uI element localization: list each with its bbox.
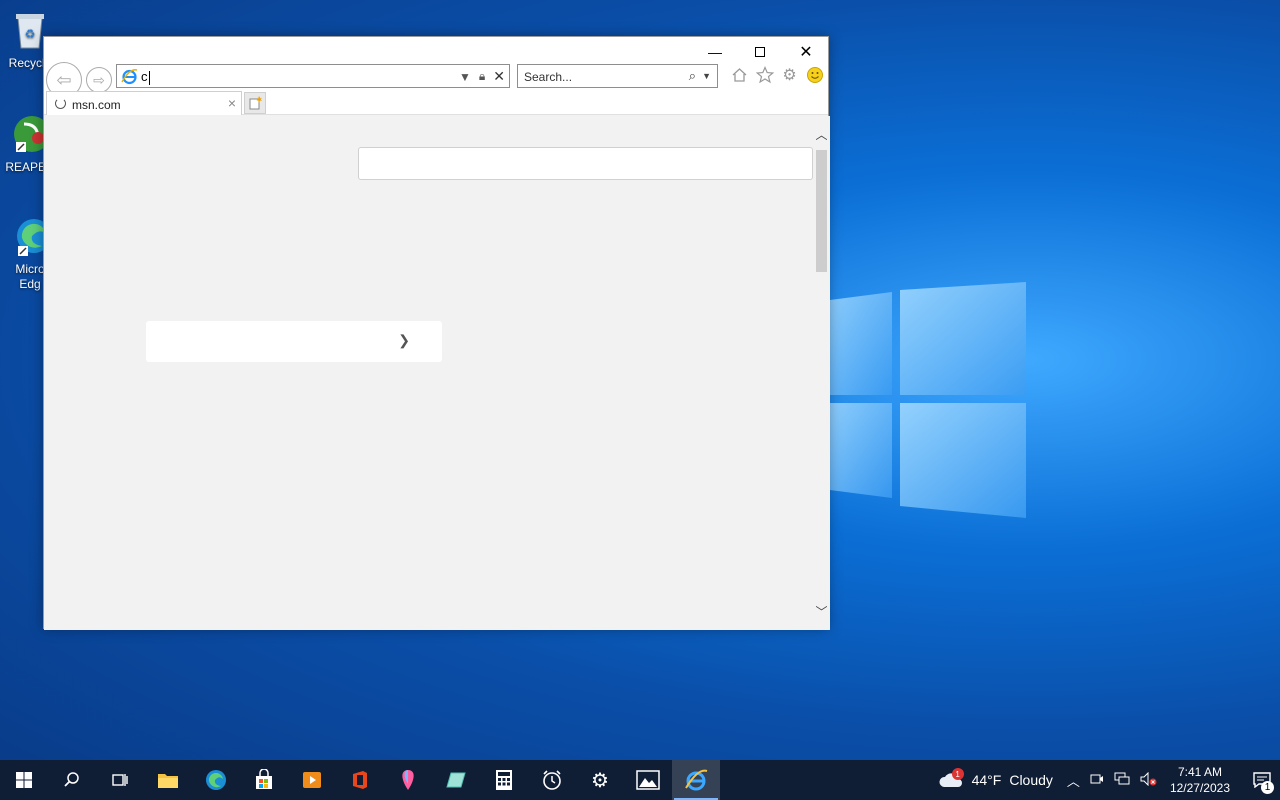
star-icon [755,65,774,83]
paint3d-icon [402,770,414,790]
maximize-button[interactable] [737,39,783,65]
action-center-button[interactable]: 1 [1244,772,1280,794]
tools-button[interactable]: ⚙ [780,65,799,84]
page-card[interactable]: ❯ [146,321,442,362]
tab-msn[interactable]: msn.com × [46,91,242,115]
ie-favicon-icon [121,69,138,85]
new-tab-button[interactable] [244,92,266,114]
home-icon [732,68,747,82]
tab-close-icon[interactable]: × [228,95,236,111]
vertical-scrollbar[interactable]: ︿ ﹀ [813,126,830,620]
clock-time: 7:41 AM [1177,765,1222,779]
calculator-button[interactable] [480,760,528,800]
back-arrow-icon: ⇦ [56,69,72,90]
scroll-down-icon[interactable]: ﹀ [815,603,828,620]
folder-icon [158,774,178,788]
home-button[interactable] [730,65,749,84]
lock-icon[interactable]: 🔒︎ [479,69,485,84]
feedback-button[interactable] [805,65,824,84]
search-icon [64,772,79,787]
weather-temperature: 44°F [971,772,1002,788]
clock[interactable]: 7:41 AM 12/27/2023 [1170,764,1230,796]
office-icon [353,771,367,789]
weather-alert-badge: 1 [951,768,964,780]
network-icon[interactable] [1114,772,1130,789]
favorites-button[interactable] [755,65,774,84]
maximize-icon [755,47,765,57]
page-search-box[interactable] [358,147,813,180]
edge-icon [206,770,226,790]
cloud-icon: 1 [938,768,964,790]
title-bar: — ✕ ⇦ ⇨ c ▼ 🔒︎ ✕ Search... ⌕ ▼ ⚙ msn.com… [44,37,828,115]
notification-count-badge: 1 [1261,781,1274,794]
settings-button[interactable]: ⚙ [576,760,624,800]
search-box[interactable]: Search... ⌕ ▼ [517,64,718,88]
weather-description: Cloudy [1009,772,1053,788]
task-view-button[interactable] [96,760,144,800]
forward-button[interactable]: ⇨ [86,67,112,93]
forward-arrow-icon: ⇨ [93,71,105,88]
gear-icon: ⚙ [591,769,609,792]
address-input[interactable]: c [141,69,150,85]
alarms-clock-button[interactable] [528,760,576,800]
scroll-up-icon[interactable]: ︿ [815,126,828,143]
windows-start-icon [16,772,32,788]
task-view-icon [112,774,128,786]
search-dropdown-icon[interactable]: ▼ [702,71,711,81]
start-button[interactable] [0,760,48,800]
chevron-right-icon: ❯ [398,332,410,348]
tab-row: msn.com × [44,91,828,115]
close-icon: ✕ [799,44,813,61]
tablet-app-button[interactable] [432,760,480,800]
close-window-button[interactable]: ✕ [783,39,829,65]
meet-now-icon[interactable] [1090,772,1104,789]
search-icon[interactable]: ⌕ [689,68,696,84]
file-explorer-button[interactable] [144,760,192,800]
gear-icon: ⚙ [782,66,797,84]
volume-muted-icon[interactable] [1140,771,1158,789]
paint3d-button[interactable] [384,760,432,800]
alarm-clock-icon [543,770,561,790]
media-player-button[interactable] [288,760,336,800]
minimize-icon: — [708,44,722,60]
address-bar[interactable]: c ▼ 🔒︎ ✕ [116,64,510,88]
edge-taskbar-button[interactable] [192,760,240,800]
address-dropdown-icon[interactable]: ▼ [459,70,471,84]
taskbar-search-button[interactable] [48,760,96,800]
show-hidden-icons-chevron-up-icon[interactable]: ︿ [1067,771,1080,790]
clock-date: 12/27/2023 [1169,781,1230,795]
scrollbar-thumb[interactable] [816,150,827,272]
calculator-icon [496,770,512,790]
store-button[interactable] [240,760,288,800]
loading-spinner-icon [55,98,66,109]
smiley-icon [806,66,823,83]
page-content: ❯ ︿ ﹀ [44,116,830,630]
search-input[interactable]: Search... [524,70,572,84]
media-player-icon [303,772,321,788]
svg-text:♻: ♻ [25,27,36,41]
taskbar: ⚙ 1 44°F Cloudy ︿ 7:41 AM 12/27/2023 1 [0,760,1280,800]
eraser-icon [446,772,466,788]
internet-explorer-icon [685,769,708,791]
tab-title: msn.com [72,98,121,112]
ie-window: — ✕ ⇦ ⇨ c ▼ 🔒︎ ✕ Search... ⌕ ▼ ⚙ msn.com… [43,36,830,630]
system-tray: 1 44°F Cloudy ︿ 7:41 AM 12/27/2023 1 [938,760,1280,800]
office-button[interactable] [336,760,384,800]
new-tab-icon [249,96,262,110]
stop-icon[interactable]: ✕ [493,68,505,85]
internet-explorer-taskbar-button[interactable] [672,760,720,800]
minimize-button[interactable]: — [692,39,738,65]
weather-widget[interactable]: 1 44°F Cloudy [938,768,1053,790]
photos-icon [636,770,660,790]
photos-button[interactable] [624,760,672,800]
store-icon [256,769,272,789]
